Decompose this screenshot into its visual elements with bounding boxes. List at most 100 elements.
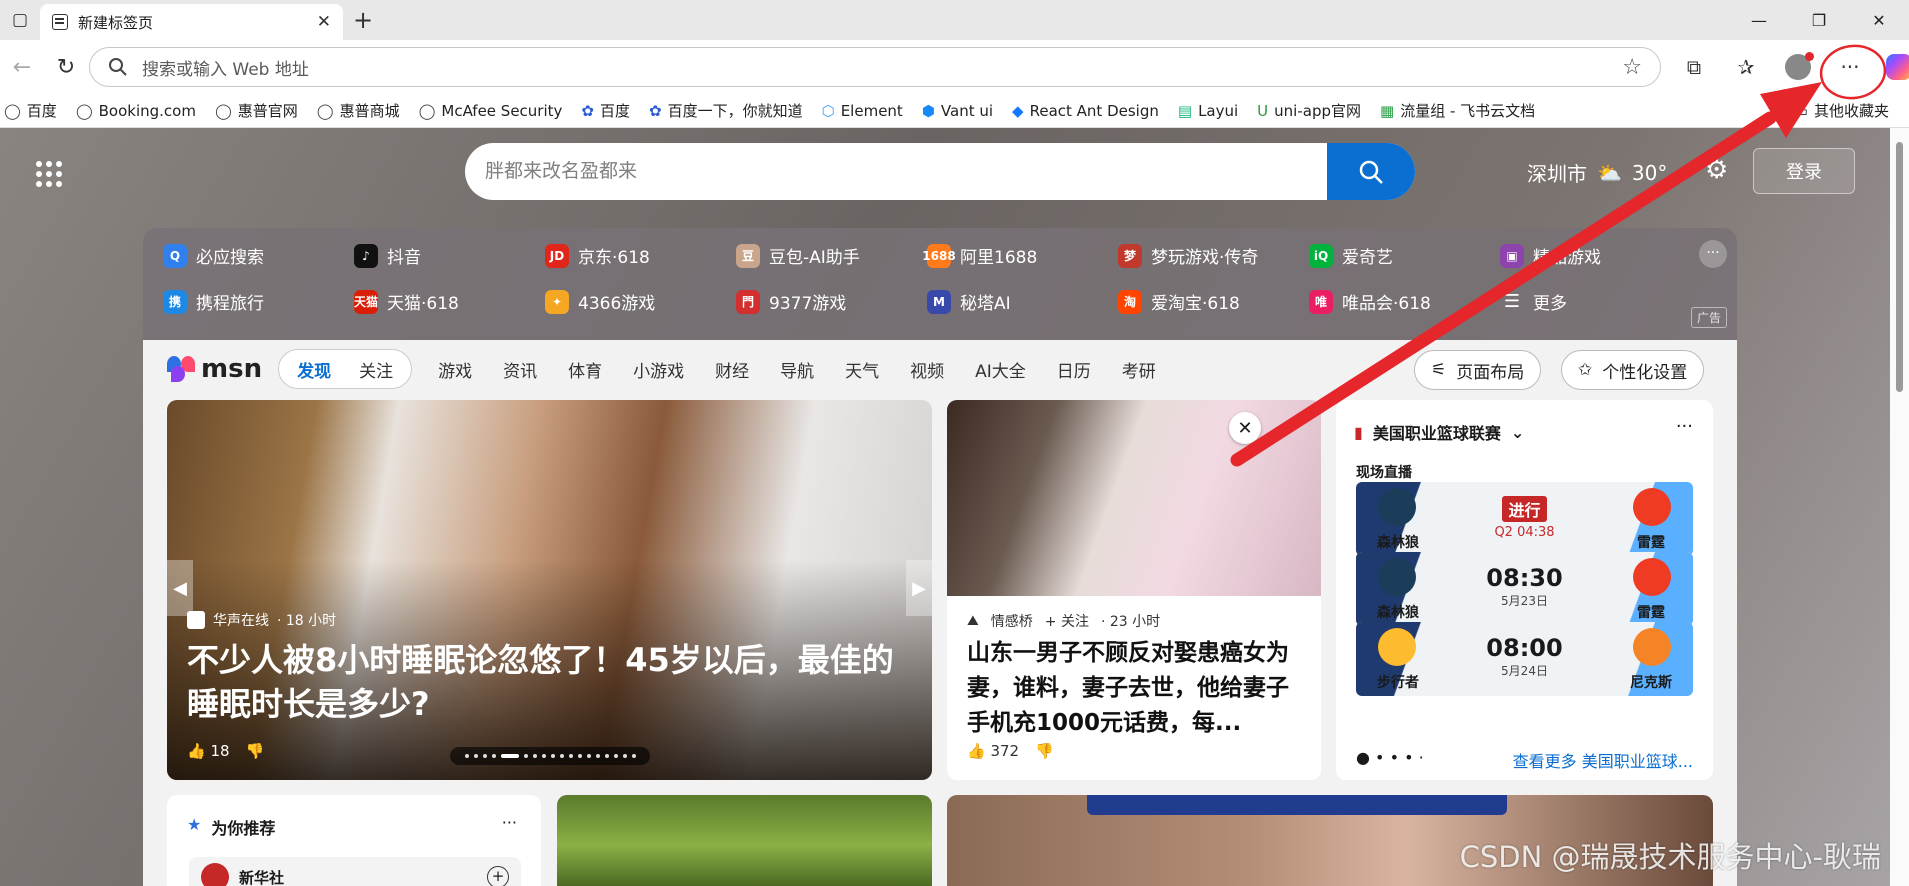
favorite-item[interactable]: ▤ Layui <box>1178 102 1238 120</box>
category-link[interactable]: AI大全 <box>975 362 1026 382</box>
scrollbar-thumb[interactable] <box>1896 142 1903 392</box>
see-more-link[interactable]: 查看更多 美国职业篮球... <box>1513 748 1693 772</box>
web-search-input[interactable]: 胖都来改名盈都来 <box>465 143 1327 200</box>
copilot-icon[interactable] <box>1886 54 1909 80</box>
msn-logo[interactable]: msn <box>167 354 262 384</box>
scrollbar[interactable] <box>1890 128 1909 886</box>
article-card[interactable]: ✕ ⛰ 情感桥 + 关注 · 23 小时 山东一男子不顾反对娶患癌女为妻，谁料，… <box>947 400 1321 780</box>
login-button[interactable]: 登录 <box>1753 148 1855 194</box>
quick-link[interactable]: ♪ 抖音 <box>354 242 545 269</box>
favorite-item[interactable]: ✿ 百度一下，你就知道 <box>649 100 803 121</box>
carousel-next-icon[interactable]: ▶ <box>906 560 932 616</box>
favorite-item[interactable]: ✿ 百度 <box>581 100 630 121</box>
quick-link[interactable]: 梦梦玩游戏·传奇 <box>1118 242 1309 269</box>
nba-header[interactable]: ▮ 美国职业篮球联赛 ⌄ <box>1354 420 1524 444</box>
quick-links-more-icon[interactable]: ··· <box>1699 240 1727 268</box>
like-button[interactable]: 👍 372 <box>967 742 1019 760</box>
address-bar[interactable]: 搜索或输入 Web 地址 ☆ <box>89 47 1661 87</box>
quick-link[interactable]: 淘爱淘宝·618 <box>1118 288 1309 315</box>
category-link[interactable]: 游戏 <box>438 362 472 382</box>
hero-article-card[interactable]: ◀ ▶ 华声在线 · 18 小时 不少人被8小时睡眠论忽悠了！45岁以后，最佳的… <box>167 400 932 780</box>
personalize-button[interactable]: ✩ 个性化设置 <box>1561 350 1705 390</box>
tab-following[interactable]: 关注 <box>345 357 407 382</box>
quick-link[interactable]: Q 必应搜索 <box>163 242 354 269</box>
favorite-item[interactable]: ⬢ Vant ui <box>922 102 993 120</box>
favorite-item[interactable]: ⬡ Element <box>822 102 903 120</box>
quick-link[interactable]: ▣ 精品游戏 <box>1500 242 1691 269</box>
quick-link[interactable]: 天猫 天猫·618 <box>354 288 545 315</box>
close-icon[interactable]: ✕ <box>1229 412 1261 444</box>
category-link[interactable]: 财经 <box>715 362 749 382</box>
follow-button[interactable]: + 关注 <box>1045 611 1089 631</box>
back-icon[interactable]: ← <box>0 45 44 89</box>
favorite-item[interactable]: ◯ 惠普官网 <box>215 100 298 121</box>
favorite-item[interactable]: ▦ 流量组 - 飞书云文档 <box>1380 100 1535 121</box>
gear-icon[interactable]: ⚙ <box>1705 155 1728 185</box>
settings-more-button[interactable]: ··· <box>1824 55 1876 79</box>
refresh-icon[interactable]: ↻ <box>44 45 88 89</box>
quick-link[interactable]: M 秘塔AI <box>927 288 1118 315</box>
tab-actions-icon[interactable]: ▢ <box>0 0 40 40</box>
tab-discover[interactable]: 发现 <box>283 357 345 382</box>
category-link[interactable]: 导航 <box>780 362 814 382</box>
category-link[interactable]: 日历 <box>1057 362 1091 382</box>
new-tab-button[interactable]: + <box>343 6 383 34</box>
category-link[interactable]: 考研 <box>1122 362 1156 382</box>
category-link[interactable]: 天气 <box>845 362 879 382</box>
favorites-icon[interactable]: ✰ <box>1720 55 1772 79</box>
tab-new-tab[interactable]: 新建标签页 ✕ <box>40 4 343 40</box>
favorite-star-icon[interactable]: ☆ <box>1622 55 1642 80</box>
favorite-item[interactable]: Uuni-app官网 <box>1257 100 1361 121</box>
extensions-icon[interactable]: ⧉ <box>1668 55 1720 79</box>
apps-launcher-icon[interactable] <box>36 161 62 187</box>
weather-widget[interactable]: 深圳市 ⛅ 30° <box>1527 158 1667 187</box>
recommend-more-icon[interactable]: ··· <box>502 813 517 832</box>
web-search-button[interactable] <box>1327 143 1415 200</box>
category-link[interactable]: 视频 <box>910 362 944 382</box>
quick-link[interactable]: 門 9377游戏 <box>736 288 927 315</box>
favorite-item[interactable]: ◯ McAfee Security <box>419 102 563 120</box>
quick-link[interactable]: 携携程旅行 <box>163 288 354 315</box>
category-link[interactable]: 资讯 <box>503 362 537 382</box>
dislike-icon[interactable]: 👎 <box>1035 742 1054 760</box>
article-image-plant[interactable] <box>557 795 932 886</box>
other-favorites[interactable]: ▭ 其他收藏夹 <box>1794 100 1889 121</box>
profile-avatar[interactable] <box>1785 52 1814 80</box>
favorite-item[interactable]: ◯ 百度 <box>4 100 57 121</box>
quick-link[interactable]: 豆豆包-AI助手 <box>736 242 927 269</box>
favorite-item[interactable]: ◆ React Ant Design <box>1012 102 1159 120</box>
quick-link[interactable]: iQ 爱奇艺 <box>1309 242 1500 269</box>
pager-dots[interactable]: ● • • • · <box>1356 748 1424 772</box>
quick-link[interactable]: 唯唯品会·618 <box>1309 288 1500 315</box>
favorite-label: 惠普官网 <box>237 102 298 120</box>
like-button[interactable]: 👍 18 <box>187 742 230 760</box>
game-row[interactable]: 森林狼 雷霆 08:30 5月23日 <box>1356 552 1693 626</box>
minimize-button[interactable]: — <box>1729 0 1789 40</box>
page-layout-button[interactable]: ⚟ 页面布局 <box>1414 350 1542 390</box>
favorite-item[interactable]: ◯ 惠普商城 <box>317 100 400 121</box>
tab-close-icon[interactable]: ✕ <box>317 12 331 32</box>
article-title[interactable]: 山东一男子不顾反对娶患癌女为妻，谁料，妻子去世，他给妻子手机充1000元话费，每… <box>967 636 1307 741</box>
nba-more-icon[interactable]: ··· <box>1676 416 1693 437</box>
follow-plus-icon[interactable]: + <box>487 866 509 886</box>
restore-button[interactable]: ❐ <box>1789 0 1849 40</box>
carousel-dots[interactable] <box>450 747 650 765</box>
search-icon <box>109 58 127 76</box>
quick-link[interactable]: JD 京东·618 <box>545 242 736 269</box>
quick-link[interactable]: ☰ 更多 <box>1500 288 1691 315</box>
quick-link[interactable]: ✦ 4366游戏 <box>545 288 736 315</box>
dislike-icon[interactable]: 👎 <box>246 742 265 760</box>
quick-link-icon: ✦ <box>545 289 569 314</box>
carousel-prev-icon[interactable]: ◀ <box>167 560 193 616</box>
category-link[interactable]: 小游戏 <box>633 362 684 382</box>
game-row[interactable]: 步行者 尼克斯 08:00 5月24日 <box>1356 622 1693 696</box>
globe-icon: ◯ <box>316 101 334 120</box>
recommend-item[interactable]: 新华社 + <box>189 857 521 886</box>
hero-title[interactable]: 不少人被8小时睡眠论忽悠了！45岁以后，最佳的睡眠时长是多少? <box>187 638 907 726</box>
favorite-item[interactable]: ◯ Booking.com <box>76 102 196 120</box>
close-window-button[interactable]: ✕ <box>1849 0 1909 40</box>
category-link[interactable]: 体育 <box>568 362 602 382</box>
game-row[interactable]: 森林狼 雷霆 进行 Q2 04:38 <box>1356 482 1693 556</box>
quick-link[interactable]: 1688 阿里1688 <box>922 242 1118 269</box>
web-search-box[interactable]: 胖都来改名盈都来 <box>465 143 1415 200</box>
